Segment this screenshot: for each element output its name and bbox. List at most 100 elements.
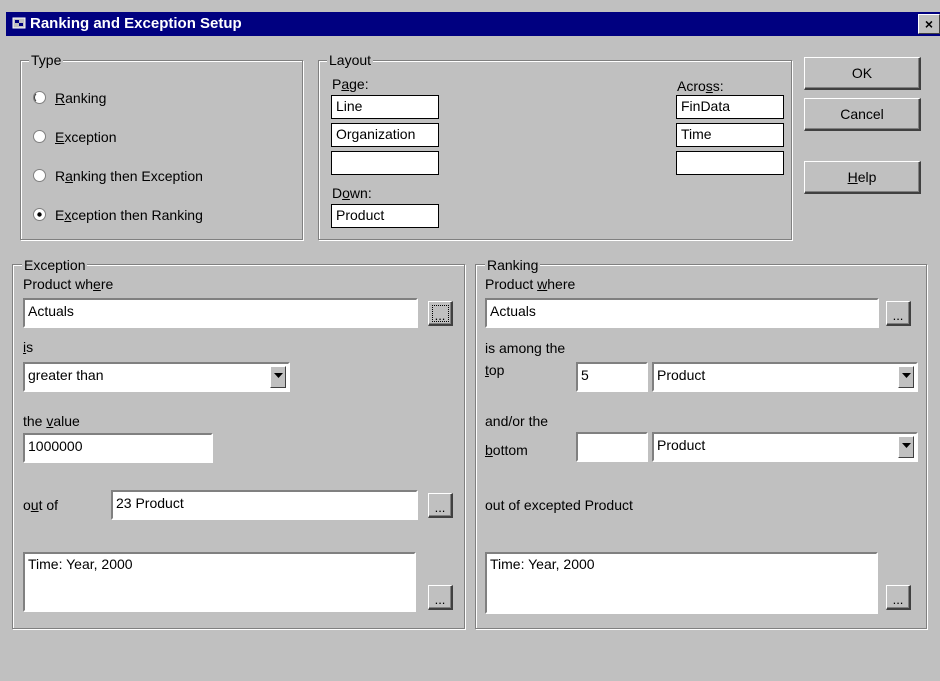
label-accesskey: w	[537, 276, 548, 292]
cancel-button-label: Cancel	[840, 106, 884, 122]
close-button[interactable]: ×	[918, 14, 940, 34]
radio-button-icon	[33, 91, 46, 104]
exception-where-ellipsis-button[interactable]: ...	[428, 301, 453, 326]
label-accesskey: u	[30, 497, 39, 513]
down-dimension[interactable]: Product	[331, 204, 439, 228]
label-part: xception	[64, 129, 117, 145]
page-dimension-2[interactable]: Organization	[331, 123, 439, 147]
label-part: Product	[485, 276, 538, 292]
label-accesskey: s	[705, 78, 713, 94]
ranking-context-textarea[interactable]: Time: Year, 2000	[485, 552, 878, 614]
ellipsis-icon: ...	[434, 592, 446, 607]
label-part: Product wh	[23, 276, 94, 292]
ranking-bottom-input[interactable]	[576, 432, 648, 462]
exception-outof-ellipsis-button[interactable]: ...	[428, 493, 453, 518]
across-dimension-3[interactable]	[676, 151, 784, 175]
dropdown-arrow-button[interactable]	[898, 436, 914, 458]
ranking-group-legend: Ranking	[485, 257, 541, 273]
exception-context-textarea[interactable]: Time: Year, 2000	[23, 552, 416, 612]
layout-group-legend: Layout	[327, 52, 374, 68]
radio-exception-then-ranking-label: Exception then Ranking	[55, 207, 203, 223]
radio-button-icon	[33, 169, 46, 182]
exception-group: Exception Product where Actuals ... is g…	[12, 257, 465, 629]
label-part: P	[332, 76, 342, 92]
ellipsis-icon: ...	[892, 592, 904, 607]
radio-exception-label: Exception	[55, 129, 117, 145]
radio-ranking-label: Ranking	[55, 90, 106, 106]
ranking-top-input[interactable]: 5	[576, 362, 648, 392]
ok-button-label: OK	[851, 65, 873, 81]
radio-ranking-then-exception-label: Ranking then Exception	[55, 168, 203, 184]
down-label: Down:	[332, 185, 372, 201]
close-icon: ×	[924, 16, 934, 32]
exception-comparison-value: greater than	[28, 367, 104, 383]
exception-threshold-input[interactable]: 1000000	[23, 433, 213, 463]
across-label: Across:	[677, 78, 724, 94]
ranking-outof-label: out of excepted Product	[485, 497, 633, 513]
label-part: anking	[65, 90, 107, 106]
page-dimension-1[interactable]: Line	[331, 95, 439, 119]
title-bar[interactable]: Ranking and Exception Setup ×	[6, 12, 940, 36]
label-part: R	[55, 168, 66, 184]
ranking-andor-label: and/or the	[485, 413, 549, 429]
ranking-bottom-dimension-select[interactable]: Product	[652, 432, 918, 462]
chevron-down-icon	[902, 443, 911, 448]
label-part: Acro	[677, 78, 706, 94]
dropdown-arrow-button[interactable]	[898, 366, 914, 388]
exception-where-label: Product where	[23, 276, 113, 292]
window-title: Ranking and Exception Setup	[30, 15, 242, 32]
label-part: E	[55, 207, 65, 223]
type-group-legend: Type	[29, 52, 64, 68]
ok-button[interactable]: OK	[804, 57, 921, 90]
exception-comparison-select[interactable]: greater than	[23, 362, 290, 392]
label-part: alue	[53, 413, 80, 429]
exception-context-ellipsis-button[interactable]: ...	[428, 585, 453, 610]
ellipsis-icon: ...	[434, 308, 446, 323]
label-part: op	[488, 362, 505, 378]
dialog-window: Ranking and Exception Setup × Type Ranki…	[0, 0, 940, 681]
ranking-where-label: Product where	[485, 276, 575, 292]
ranking-where-input[interactable]: Actuals	[485, 298, 879, 328]
chevron-down-icon	[274, 373, 283, 378]
cancel-button[interactable]: Cancel	[804, 98, 921, 131]
ranking-top-dimension-select[interactable]: Product	[652, 362, 918, 392]
ranking-top-dimension-value: Product	[657, 367, 706, 383]
ranking-bottom-dimension-value: Product	[657, 437, 706, 453]
ranking-where-ellipsis-button[interactable]: ...	[886, 301, 911, 326]
ranking-context-ellipsis-button[interactable]: ...	[886, 585, 911, 610]
page-dimension-3[interactable]	[331, 151, 439, 175]
label-part: o	[23, 497, 31, 513]
chevron-down-icon	[902, 373, 911, 378]
across-dimension-2[interactable]: Time	[676, 123, 784, 147]
exception-outof-input[interactable]: 23 Product	[111, 490, 418, 520]
label-accesskey: a	[341, 76, 350, 92]
exception-where-input[interactable]: Actuals	[23, 298, 418, 328]
label-accesskey: E	[55, 129, 65, 145]
help-button[interactable]: Help	[804, 161, 921, 194]
label-accesskey: e	[93, 276, 101, 292]
across-dimension-1[interactable]: FinData	[676, 95, 784, 119]
label-accesskey: R	[55, 90, 66, 106]
help-button-label: Help	[805, 169, 919, 185]
label-part: here	[547, 276, 576, 292]
label-part: the	[23, 413, 47, 429]
page-label: Page:	[332, 76, 369, 92]
label-part: ge:	[349, 76, 369, 92]
label-part: ottom	[492, 442, 528, 458]
exception-group-legend: Exception	[22, 257, 88, 273]
dropdown-arrow-button[interactable]	[270, 366, 286, 388]
ranking-among-label: is among the	[485, 340, 566, 356]
label-accesskey: H	[847, 169, 858, 185]
ranking-group: Ranking Product where Actuals ... is amo…	[475, 257, 927, 629]
radio-selected-icon	[33, 208, 46, 221]
exception-outof-label: out of	[23, 497, 58, 513]
label-accesskey: b	[485, 442, 493, 458]
type-group: Type Ranking Exception Ranking then Exce…	[20, 52, 303, 240]
label-part: nking then Exception	[72, 168, 203, 184]
label-accesskey: o	[342, 185, 350, 201]
app-icon	[12, 17, 26, 29]
label-part: D	[332, 185, 343, 201]
label-part: wn:	[349, 185, 372, 201]
radio-button-icon	[33, 130, 46, 143]
ellipsis-icon: ...	[434, 500, 446, 515]
